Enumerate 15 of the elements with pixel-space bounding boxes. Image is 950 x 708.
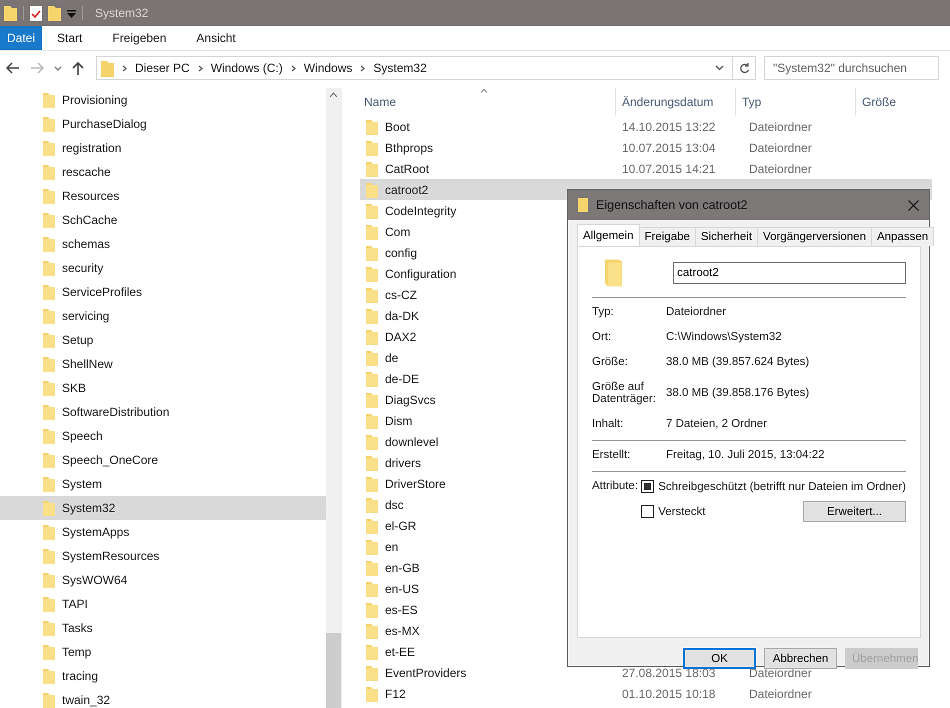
property-label: Attribute: xyxy=(592,480,640,494)
property-label: Ort: xyxy=(592,331,612,343)
property-value: Dateiordner xyxy=(666,306,728,318)
property-label: Erstellt: xyxy=(592,449,632,461)
property-label: Typ: xyxy=(592,306,615,318)
property-value: 7 Dateien, 2 Ordner xyxy=(666,418,768,430)
property-value: C:\Windows\System32 xyxy=(666,331,783,343)
property-value: 38.0 MB (39.857.624 Bytes) xyxy=(666,356,810,368)
window-title: System32 xyxy=(95,6,148,20)
dialog-title: Eigenschaften von catroot2 xyxy=(596,198,748,212)
property-value: Freitag, 10. Juli 2015, 13:04:22 xyxy=(666,449,826,461)
property-label: Größe auf Datenträger: xyxy=(592,381,657,405)
property-label: Inhalt: xyxy=(592,418,624,430)
property-label: Größe: xyxy=(592,356,629,368)
property-value: 38.0 MB (39.858.176 Bytes) xyxy=(666,387,810,399)
